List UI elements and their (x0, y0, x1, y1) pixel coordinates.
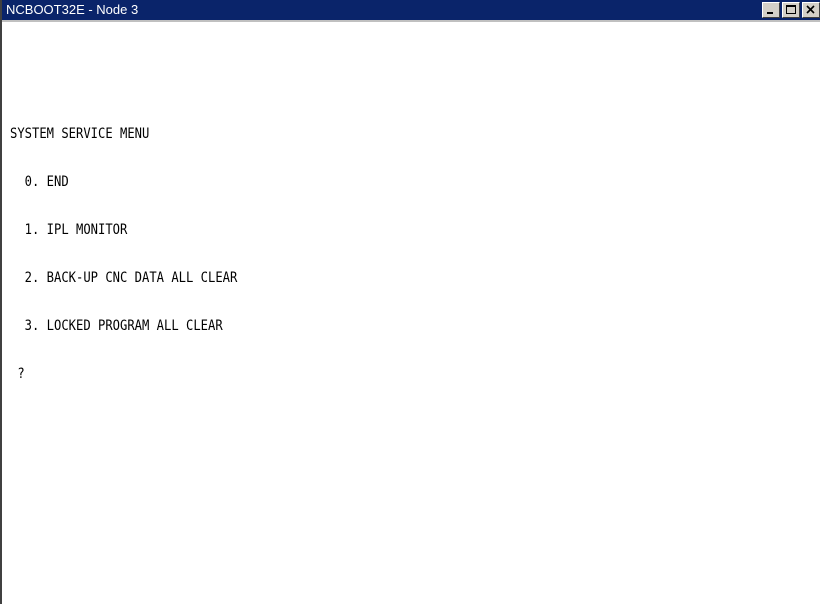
menu-option-end: 0. END (10, 174, 69, 190)
maximize-icon (786, 5, 796, 14)
menu-heading: SYSTEM SERVICE MENU (10, 126, 150, 142)
menu-option-ipl-monitor: 1. IPL MONITOR (10, 222, 128, 238)
maximize-button[interactable] (782, 2, 800, 18)
title-bar[interactable]: NCBOOT32E - Node 3 (2, 0, 820, 20)
window-title: NCBOOT32E - Node 3 (6, 2, 139, 17)
minimize-icon (767, 12, 773, 14)
app-window: NCBOOT32E - Node 3 SYSTEM SERVICE MENU 0… (0, 0, 820, 604)
close-icon (806, 5, 815, 14)
minimize-button[interactable] (762, 2, 780, 18)
close-button[interactable] (802, 2, 820, 18)
menu-option-locked-program-clear: 3. LOCKED PROGRAM ALL CLEAR (10, 318, 223, 334)
input-prompt[interactable]: ? (10, 366, 237, 382)
terminal-output[interactable]: SYSTEM SERVICE MENU 0. END 1. IPL MONITO… (10, 94, 237, 414)
menu-option-backup-clear: 2. BACK-UP CNC DATA ALL CLEAR (10, 270, 238, 286)
window-controls (760, 2, 820, 18)
title-divider (2, 20, 820, 22)
